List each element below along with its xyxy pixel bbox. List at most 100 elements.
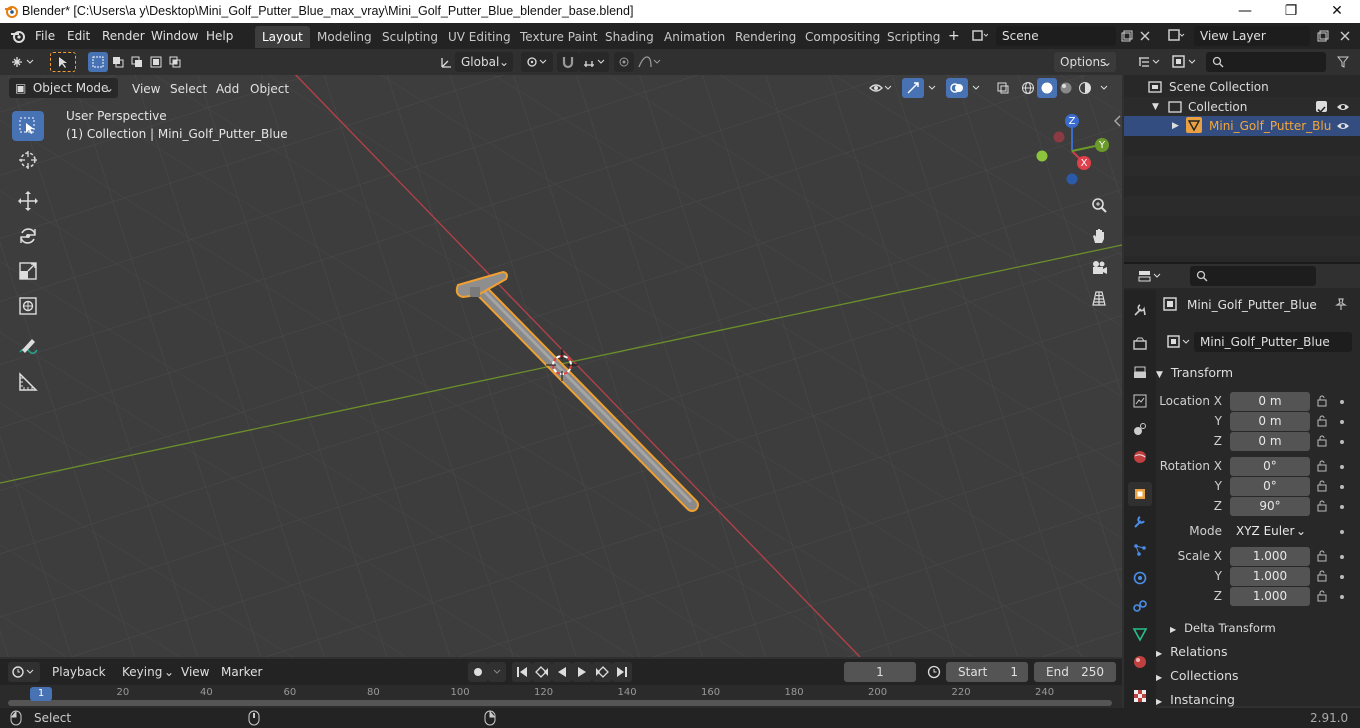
location-y-field[interactable]: 0 m [1230,412,1310,431]
proportional-edit-icon[interactable] [614,52,634,72]
3d-viewport[interactable]: User Perspective (1) Collection | Mini_G… [0,49,1122,657]
tab-shading[interactable]: Shading [598,26,661,48]
lock-icon[interactable] [1316,500,1328,512]
blender-menu-icon[interactable] [9,28,26,44]
tab-scripting[interactable]: Scripting [880,26,947,48]
transform-tool[interactable] [12,291,44,321]
playhead-frame-indicator[interactable]: 1 [30,687,52,701]
expand-arrow-icon[interactable]: ▶ [1172,116,1179,136]
menu-object[interactable]: Object [245,80,294,98]
timeline-scrollbar[interactable] [8,700,1112,706]
keyframe-dot-icon[interactable] [1340,595,1344,599]
minimize-button[interactable]: — [1222,0,1268,23]
lock-icon[interactable] [1316,460,1328,472]
lock-icon[interactable] [1316,570,1328,582]
tab-rendering[interactable]: Rendering [728,26,803,48]
data-properties-tab[interactable] [1128,622,1152,646]
menu-select[interactable]: Select [165,80,212,98]
gizmo-dropdown-icon[interactable] [924,78,940,98]
transform-panel-header[interactable]: ▼ Transform [1156,362,1356,384]
wireframe-shading-icon[interactable] [1018,78,1038,98]
measure-tool[interactable] [12,367,44,397]
rotation-x-field[interactable]: 0° [1230,457,1310,476]
zoom-icon[interactable] [1087,194,1111,218]
tab-uv-editing[interactable]: UV Editing [441,26,518,48]
lock-icon[interactable] [1316,550,1328,562]
keyframe-dot-icon[interactable] [1340,555,1344,559]
keyframe-dot-icon[interactable] [1340,575,1344,579]
visibility-filter-icon[interactable] [866,78,896,98]
keyframe-dot-icon[interactable] [1340,465,1344,469]
menu-help[interactable]: Help [201,27,238,45]
display-mode-icon[interactable] [1168,52,1202,72]
editor-type-icon[interactable] [6,52,40,72]
keyframe-dot-icon[interactable] [1340,530,1344,534]
preview-range-clock-icon[interactable] [924,662,944,682]
object-properties-tab[interactable] [1128,482,1152,506]
scene-name-field[interactable]: Scene [996,26,1116,46]
view-layer-field[interactable]: View Layer [1194,26,1310,46]
close-button[interactable]: ✕ [1314,0,1360,23]
lock-icon[interactable] [1316,590,1328,602]
view-layer-browse-icon[interactable] [1162,26,1192,46]
material-shading-icon[interactable] [1056,78,1076,98]
cursor-tool[interactable] [12,145,44,175]
keyframe-dot-icon[interactable] [1340,420,1344,424]
lock-icon[interactable] [1316,395,1328,407]
lock-icon[interactable] [1316,435,1328,447]
scene-browse-icon[interactable] [966,26,994,46]
jump-start-icon[interactable] [512,662,532,682]
object-name-field[interactable]: Mini_Golf_Putter_Blue [1194,332,1352,352]
select-mode-new-icon[interactable] [88,52,108,72]
options-dropdown[interactable]: Options ⌄ [1054,52,1116,72]
relations-panel-header[interactable]: ▶ Relations [1156,641,1356,663]
overlays-dropdown-icon[interactable] [968,78,984,98]
annotate-tool[interactable] [12,332,44,362]
tab-compositing[interactable]: Compositing [798,26,887,48]
rotation-mode-select[interactable]: XYZ Euler ⌄ [1230,522,1310,541]
camera-view-icon[interactable] [1087,256,1111,280]
snap-target-icon[interactable] [579,52,609,72]
menu-render[interactable]: Render [97,27,150,45]
timeline-marker-menu[interactable]: Marker [216,663,267,681]
tab-animation[interactable]: Animation [657,26,732,48]
collection-exclude-checkbox[interactable] [1316,101,1327,114]
view-layer-properties-tab[interactable] [1128,389,1152,413]
select-mode-subtract-icon[interactable] [127,52,147,72]
texture-properties-tab[interactable] [1128,684,1152,708]
rotation-y-field[interactable]: 0° [1230,477,1310,496]
location-x-field[interactable]: 0 m [1230,392,1310,411]
output-properties-tab[interactable] [1128,361,1152,385]
rotation-z-field[interactable]: 90° [1230,497,1310,516]
scale-x-field[interactable]: 1.000 [1230,547,1310,566]
keyframe-dot-icon[interactable] [1340,485,1344,489]
pin-icon[interactable] [1334,297,1348,314]
location-z-field[interactable]: 0 m [1230,432,1310,451]
modifier-properties-tab[interactable] [1128,510,1152,534]
rotate-tool[interactable] [12,221,44,251]
delta-transform-panel-header[interactable]: ▶ Delta Transform [1170,617,1360,639]
scale-y-field[interactable]: 1.000 [1230,567,1310,586]
collapse-arrow-icon[interactable]: ▼ [1152,97,1159,117]
select-box-tool[interactable] [12,111,44,141]
sidebar-toggle-icon[interactable] [1112,115,1122,127]
menu-file[interactable]: File [30,27,60,45]
gizmo-toggle-icon[interactable] [902,78,924,98]
end-frame-field[interactable]: End 250 [1034,662,1116,682]
constraints-properties-tab[interactable] [1128,594,1152,618]
move-tool[interactable] [12,186,44,216]
menu-view[interactable]: View [127,80,165,98]
shading-dropdown-icon[interactable] [1096,78,1112,98]
tool-properties-tab[interactable] [1128,298,1152,322]
select-mode-invert-icon[interactable] [146,52,166,72]
select-mode-extend-icon[interactable] [108,52,128,72]
scene-properties-tab[interactable] [1128,417,1152,441]
solid-shading-icon[interactable] [1037,78,1057,98]
menu-window[interactable]: Window [146,27,203,45]
lock-icon[interactable] [1316,415,1328,427]
particles-properties-tab[interactable] [1128,538,1152,562]
keyframe-dot-icon[interactable] [1340,505,1344,509]
jump-next-keyframe-icon[interactable] [592,662,612,682]
timeline-editor-type-icon[interactable] [8,662,40,682]
filter-icon[interactable] [1332,52,1354,72]
